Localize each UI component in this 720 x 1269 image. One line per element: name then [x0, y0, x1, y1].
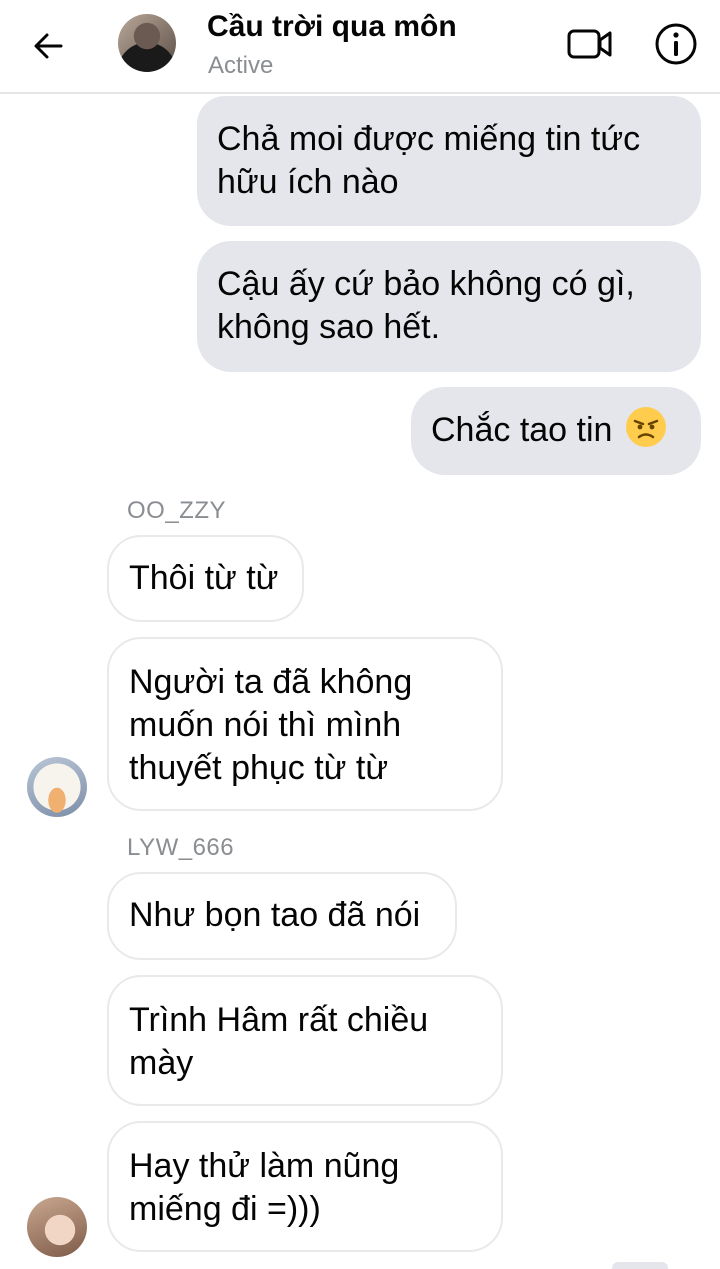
message-line: Hay thử làm nũng — [129, 1147, 400, 1185]
incoming-message[interactable]: Người ta đã không muốn nói thì mình thuy… — [107, 637, 503, 811]
sender-avatar[interactable] — [27, 1197, 87, 1257]
sender-avatar[interactable] — [27, 757, 87, 817]
message-line: mày — [129, 1044, 194, 1082]
outgoing-message[interactable]: Chả moi được miếng tin tức hữu ích nào — [197, 96, 701, 226]
incoming-message[interactable]: Hay thử làm nũng miếng đi =))) — [107, 1121, 503, 1252]
incoming-message[interactable]: Trình Hâm rất chiều mày — [107, 975, 503, 1106]
active-status: Active — [208, 52, 274, 79]
message-line: Người ta đã không — [129, 663, 413, 701]
message-line: Trình Hâm rất chiều — [129, 1001, 429, 1039]
contact-avatar[interactable] — [118, 14, 176, 72]
video-call-icon — [567, 29, 612, 59]
message-line: không sao hết. — [217, 308, 441, 346]
chat-header: Cầu trời qua môn Active — [0, 0, 720, 94]
message-line: Chả moi được miếng tin tức — [217, 120, 641, 158]
back-arrow-icon — [34, 33, 63, 59]
message-line: hữu ích nào — [217, 163, 399, 201]
incoming-message[interactable]: Thôi từ từ — [107, 535, 304, 622]
sender-name: LYW_666 — [127, 834, 235, 861]
message-line: thuyết phục từ từ — [129, 749, 389, 787]
outgoing-message[interactable]: Chắc tao tin — [411, 387, 701, 475]
message-line: Cậu ấy cứ bảo không có gì, — [217, 265, 635, 303]
conversation-title[interactable]: Cầu trời qua môn — [207, 10, 457, 44]
incoming-message[interactable]: Như bọn tao đã nói — [107, 872, 457, 960]
message-text: Thôi từ từ — [129, 559, 279, 597]
outgoing-message[interactable]: Cậu ấy cứ bảo không có gì, không sao hết… — [197, 241, 701, 372]
angry-face-emoji — [625, 407, 666, 447]
back-button[interactable] — [24, 22, 72, 70]
message-text: Chắc tao tin — [431, 411, 613, 449]
video-call-button[interactable] — [564, 20, 616, 68]
next-outgoing-message-edge — [612, 1262, 668, 1269]
message-line: miếng đi =))) — [129, 1190, 321, 1228]
sender-name: OO_ZZY — [127, 497, 227, 524]
message-text: Như bọn tao đã nói — [129, 896, 421, 934]
message-line: muốn nói thì mình — [129, 706, 402, 744]
info-icon — [655, 23, 697, 65]
info-button[interactable] — [650, 18, 702, 70]
